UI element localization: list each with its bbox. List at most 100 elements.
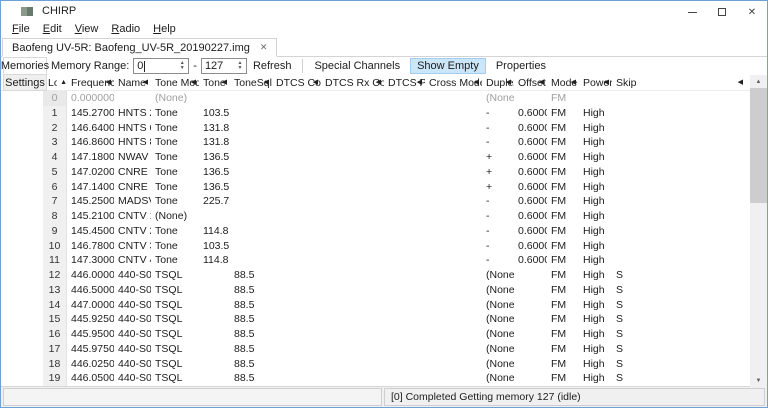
cell-tone-mode[interactable]: TSQL bbox=[151, 342, 199, 357]
cell-tonesql[interactable] bbox=[230, 165, 272, 180]
cell-tone-mode[interactable]: TSQL bbox=[151, 371, 199, 386]
column-header-tone[interactable]: Tone◀ bbox=[199, 75, 230, 91]
cell-dtcs-pol[interactable] bbox=[384, 209, 425, 224]
cell-tone[interactable] bbox=[199, 298, 230, 313]
show-empty-toggle[interactable]: Show Empty bbox=[410, 58, 486, 74]
cell-offset[interactable]: 0.600000 bbox=[514, 165, 547, 180]
memory-row-17[interactable]: 17445.975000440-S06TSQL88.5(None)FMHighS bbox=[1, 342, 767, 357]
cell-skip[interactable] bbox=[612, 239, 746, 254]
column-header-skip[interactable]: Skip◀ bbox=[612, 75, 746, 91]
row-label[interactable]: 8 bbox=[43, 209, 67, 224]
cell-offset[interactable] bbox=[514, 312, 547, 327]
cell-dtcs-rx-code[interactable] bbox=[321, 253, 384, 268]
cell-duplex[interactable]: + bbox=[482, 150, 514, 165]
cell-power[interactable]: High bbox=[579, 298, 612, 313]
cell-tonesql[interactable] bbox=[230, 253, 272, 268]
cell-mode[interactable]: FM bbox=[547, 135, 579, 150]
memory-row-12[interactable]: 12446.000000440-S01TSQL88.5(None)FMHighS bbox=[1, 268, 767, 283]
cell-tone[interactable]: 114.8 bbox=[199, 253, 230, 268]
cell-name[interactable]: MADSV bbox=[114, 194, 151, 209]
column-header-dtcs-rx-code[interactable]: DTCS Rx Code◀ bbox=[321, 75, 384, 91]
cell-skip[interactable]: S bbox=[612, 327, 746, 342]
column-menu-icon[interactable]: ◀ bbox=[474, 79, 479, 87]
cell-frequency[interactable]: 147.020000 bbox=[67, 165, 114, 180]
cell-duplex[interactable]: + bbox=[482, 180, 514, 195]
memory-row-11[interactable]: 11147.300000CNTV 4Tone114.8-0.600000FMHi… bbox=[1, 253, 767, 268]
column-menu-icon[interactable]: ◀ bbox=[191, 79, 196, 87]
cell-mode[interactable]: FM bbox=[547, 106, 579, 121]
range-end-spinner[interactable]: 127 ▲▼ bbox=[201, 58, 247, 74]
cell-duplex[interactable]: - bbox=[482, 121, 514, 136]
cell-tonesql[interactable] bbox=[230, 180, 272, 195]
cell-tone-mode[interactable]: TSQL bbox=[151, 298, 199, 313]
cell-duplex[interactable]: - bbox=[482, 194, 514, 209]
cell-dtcs-rx-code[interactable] bbox=[321, 180, 384, 195]
cell-power[interactable]: High bbox=[579, 239, 612, 254]
column-menu-icon[interactable]: ◀ bbox=[376, 79, 381, 87]
cell-dtcs-code[interactable] bbox=[272, 327, 321, 342]
cell-tone-mode[interactable]: TSQL bbox=[151, 312, 199, 327]
cell-frequency[interactable]: 445.950000 bbox=[67, 327, 114, 342]
memory-row-15[interactable]: 15445.925000440-S04TSQL88.5(None)FMHighS bbox=[1, 312, 767, 327]
cell-cross-mode[interactable] bbox=[425, 312, 482, 327]
cell-offset[interactable] bbox=[514, 298, 547, 313]
cell-tonesql[interactable]: 88.5 bbox=[230, 268, 272, 283]
cell-frequency[interactable]: 446.050000 bbox=[67, 371, 114, 386]
row-label[interactable]: 19 bbox=[43, 371, 67, 386]
cell-tone-mode[interactable]: TSQL bbox=[151, 327, 199, 342]
cell-tonesql[interactable]: 88.5 bbox=[230, 357, 272, 372]
row-label[interactable]: 4 bbox=[43, 150, 67, 165]
cell-dtcs-pol[interactable] bbox=[384, 298, 425, 313]
cell-power[interactable]: High bbox=[579, 371, 612, 386]
cell-dtcs-code[interactable] bbox=[272, 371, 321, 386]
cell-power[interactable]: High bbox=[579, 209, 612, 224]
cell-offset[interactable] bbox=[514, 371, 547, 386]
cell-skip[interactable] bbox=[612, 180, 746, 195]
cell-frequency[interactable]: 446.500000 bbox=[67, 283, 114, 298]
cell-name[interactable]: CNTV 1 bbox=[114, 209, 151, 224]
cell-frequency[interactable]: 446.000000 bbox=[67, 268, 114, 283]
cell-name[interactable]: 440-S04 bbox=[114, 312, 151, 327]
scroll-down-icon[interactable]: ▼ bbox=[750, 374, 767, 387]
cell-skip[interactable]: S bbox=[612, 371, 746, 386]
cell-dtcs-pol[interactable] bbox=[384, 165, 425, 180]
menu-view[interactable]: View bbox=[72, 23, 102, 35]
cell-frequency[interactable]: 147.300000 bbox=[67, 253, 114, 268]
cell-dtcs-rx-code[interactable] bbox=[321, 357, 384, 372]
cell-dtcs-rx-code[interactable] bbox=[321, 150, 384, 165]
row-label[interactable]: 14 bbox=[43, 298, 67, 313]
cell-tone[interactable] bbox=[199, 327, 230, 342]
column-header-tone-mode[interactable]: Tone Mode◀ bbox=[151, 75, 199, 91]
cell-cross-mode[interactable] bbox=[425, 357, 482, 372]
cell-cross-mode[interactable] bbox=[425, 91, 482, 106]
cell-cross-mode[interactable] bbox=[425, 165, 482, 180]
properties-button[interactable]: Properties bbox=[490, 60, 552, 72]
special-channels-button[interactable]: Special Channels bbox=[308, 60, 406, 72]
cell-dtcs-code[interactable] bbox=[272, 180, 321, 195]
cell-cross-mode[interactable] bbox=[425, 150, 482, 165]
cell-dtcs-code[interactable] bbox=[272, 224, 321, 239]
memory-row-18[interactable]: 18446.025000440-S07TSQL88.5(None)FMHighS bbox=[1, 357, 767, 372]
cell-frequency[interactable]: 445.975000 bbox=[67, 342, 114, 357]
cell-tone[interactable] bbox=[199, 91, 230, 106]
cell-tone[interactable] bbox=[199, 283, 230, 298]
cell-frequency[interactable]: 147.180000 bbox=[67, 150, 114, 165]
cell-dtcs-code[interactable] bbox=[272, 312, 321, 327]
cell-power[interactable]: High bbox=[579, 357, 612, 372]
cell-power[interactable]: High bbox=[579, 194, 612, 209]
cell-tone[interactable] bbox=[199, 342, 230, 357]
cell-dtcs-pol[interactable] bbox=[384, 342, 425, 357]
cell-tone-mode[interactable]: Tone bbox=[151, 165, 199, 180]
cell-name[interactable]: 440-S01 bbox=[114, 268, 151, 283]
cell-name[interactable]: CNRE 1 bbox=[114, 165, 151, 180]
cell-dtcs-code[interactable] bbox=[272, 298, 321, 313]
cell-offset[interactable] bbox=[514, 342, 547, 357]
cell-skip[interactable]: S bbox=[612, 357, 746, 372]
cell-duplex[interactable]: - bbox=[482, 253, 514, 268]
cell-dtcs-code[interactable] bbox=[272, 357, 321, 372]
cell-skip[interactable] bbox=[612, 224, 746, 239]
row-label[interactable]: 17 bbox=[43, 342, 67, 357]
cell-cross-mode[interactable] bbox=[425, 209, 482, 224]
side-tab-settings[interactable]: Settings bbox=[3, 74, 47, 91]
column-header-power[interactable]: Power◀ bbox=[579, 75, 612, 91]
